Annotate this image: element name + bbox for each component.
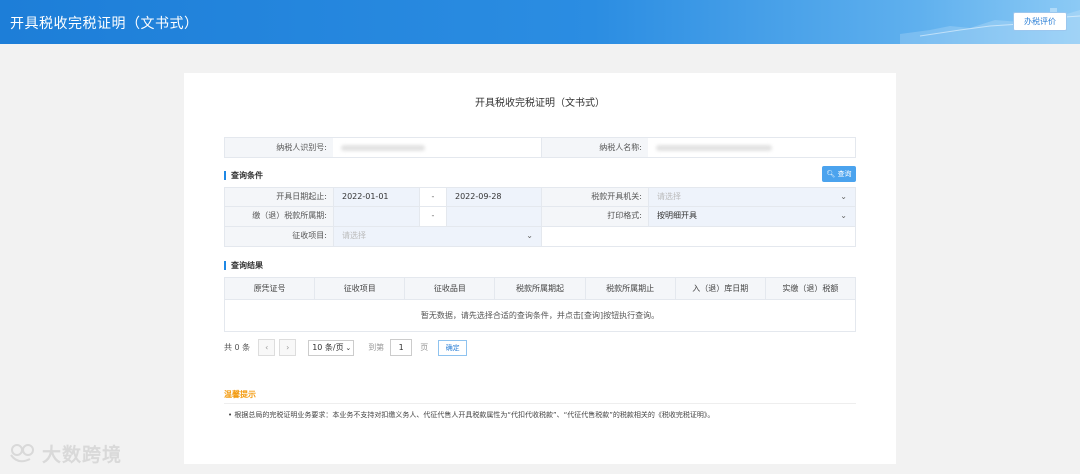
total-count: 共 0 条 [224,343,251,352]
chevron-down-icon: ⌄ [526,231,533,240]
prev-page-button[interactable]: ‹ [258,339,276,356]
results-table: 原凭证号 征收项目 征收品目 税款所属期起 税款所属期止 入（退）库日期 实缴（… [224,277,856,332]
tax-evaluation-button[interactable]: 办税评价 [1013,12,1067,31]
levy-select[interactable]: 请选择 ⌄ [333,227,541,246]
column-header: 征收品目 [404,278,494,299]
tips-text: • 根据总局的完税证明业务要求：本业务不支持对扣缴义务人、代征代售人开具税款属性… [228,411,715,419]
date-range-label: 开具日期起止: [225,188,333,206]
taxpayer-id-value [333,138,541,157]
card-title: 开具税收完税证明（文书式） [475,98,605,109]
taxpayer-info-row: 纳税人识别号: 纳税人名称: [224,137,856,158]
period-separator: - [419,207,446,226]
taxpayer-id-label: 纳税人识别号: [225,138,333,157]
authority-label: 税款开具机关: [541,188,648,206]
empty-state-text: 暂无数据，请先选择合适的查询条件，并点击[查询]按钮执行查询。 [420,311,660,320]
goto-label: 到第 [368,343,385,352]
date-end-input[interactable]: 2022-09-28 [446,188,541,206]
column-header: 税款所属期起 [494,278,584,299]
search-icon: 🔍︎ [826,170,836,178]
authority-select[interactable]: 请选择 ⌄ [648,188,855,206]
column-header: 入（退）库日期 [674,278,765,299]
chevron-down-icon: ⌄ [840,192,847,201]
period-label: 缴（退）税款所属期: [225,207,333,226]
period-end-input[interactable] [446,207,541,226]
chevron-left-icon: ‹ [265,343,269,352]
results-section-title: 查询结果 [224,261,263,270]
date-separator: - [419,188,446,206]
page-suffix: 页 [420,343,429,352]
chevron-down-icon: ⌄ [840,211,847,220]
watermark-text: 大数跨境 [42,444,123,466]
page-size-select[interactable]: 10 条/页 ⌄ [308,339,355,356]
print-format-value: 按明细开具 [657,211,697,220]
watermark-logo-icon [10,443,34,462]
print-format-select[interactable]: 按明细开具 ⌄ [648,207,855,226]
query-section-title: 查询条件 [224,171,263,180]
page-size-value: 10 条/页 [312,342,344,352]
empty-cell [541,227,855,246]
query-button-label: 查询 [837,170,852,178]
top-header: 开具税收完税证明（文书式） 办税评价 [0,0,1080,44]
pagination: 共 0 条 ‹ › 10 条/页 ⌄ 到第 1 页 确定 [224,339,468,356]
date-start-input[interactable]: 2022-01-01 [333,188,419,206]
query-form: 开具日期起止: 2022-01-01 - 2022-09-28 税款开具机关: … [224,187,856,247]
query-row-dates: 开具日期起止: 2022-01-01 - 2022-09-28 税款开具机关: … [224,187,856,207]
period-start-input[interactable] [333,207,419,226]
authority-placeholder: 请选择 [657,192,681,201]
results-table-header: 原凭证号 征收项目 征收品目 税款所属期起 税款所属期止 入（退）库日期 实缴（… [225,278,855,300]
column-header: 实缴（退）税额 [764,278,855,299]
query-button[interactable]: 🔍︎ 查询 [822,166,856,182]
watermark: 大数跨境 [8,440,122,467]
print-format-label: 打印格式: [541,207,648,226]
column-header: 税款所属期止 [584,278,675,299]
tips-divider [224,403,856,404]
main-card: 开具税收完税证明（文书式） 纳税人识别号: 纳税人名称: 查询条件 🔍︎ 查询 … [184,73,896,464]
levy-placeholder: 请选择 [342,231,366,240]
page-title: 开具税收完税证明（文书式） [10,16,199,32]
column-header: 征收项目 [314,278,404,299]
query-row-period: 缴（退）税款所属期: - 打印格式: 按明细开具 ⌄ [224,207,856,227]
taxpayer-name-label: 纳税人名称: [541,138,648,157]
column-header: 原凭证号 [253,284,286,293]
levy-label: 征收项目: [225,227,333,246]
chevron-down-icon: ⌄ [345,343,352,352]
next-page-button[interactable]: › [279,339,297,356]
page-number-input[interactable]: 1 [390,339,413,356]
confirm-button[interactable]: 确定 [438,339,468,356]
tips-title: 温馨提示 [224,390,256,399]
taxpayer-name-value [648,138,855,157]
query-row-levy: 征收项目: 请选择 ⌄ [224,227,856,247]
chevron-right-icon: › [286,343,290,352]
